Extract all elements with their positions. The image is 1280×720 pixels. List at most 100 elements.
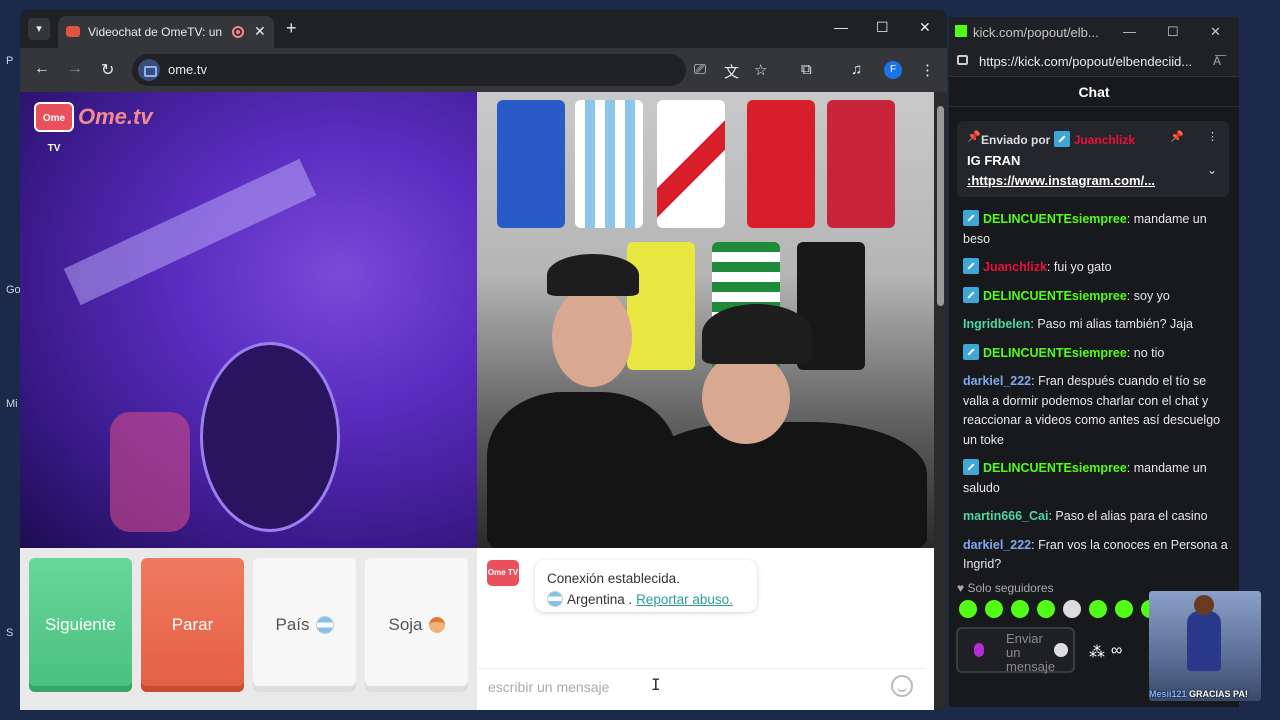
scroll-thumb[interactable] <box>937 106 944 306</box>
streamer-head <box>552 287 632 387</box>
kick-titlebar: kick.com/popout/elb... — ☐ ✕ <box>949 17 1239 47</box>
settings-dots-icon[interactable]: ⁂ <box>1089 642 1105 662</box>
emote-icon[interactable] <box>1089 600 1107 618</box>
sent-by-label: Enviado por <box>981 133 1051 147</box>
next-button[interactable]: Siguiente <box>29 558 132 692</box>
kick-address-bar[interactable]: https://kick.com/popout/elbendeciid... A… <box>949 47 1239 77</box>
pinned-username[interactable]: Juanchlizk <box>1074 133 1135 147</box>
maximize-button[interactable]: ☐ <box>1167 24 1179 40</box>
emoji-picker-icon[interactable] <box>1054 643 1068 657</box>
minimize-button[interactable]: — <box>1123 24 1136 39</box>
chat-separator: : <box>1126 212 1134 226</box>
emote-icon[interactable] <box>1115 600 1133 618</box>
new-tab-button[interactable]: + <box>286 18 297 39</box>
microphone-icon[interactable] <box>974 643 984 657</box>
chat-separator: : <box>1126 461 1134 475</box>
page-content: Ome TV Ome.tv Siguiente Parar País Soja … <box>20 92 947 710</box>
chevron-down-icon[interactable]: ⌄ <box>1207 163 1217 177</box>
menu-kebab-icon[interactable]: ⋮ <box>920 61 935 79</box>
back-button[interactable]: ← <box>34 60 50 78</box>
ometv-logo: Ome TV Ome.tv <box>34 102 153 154</box>
translate-icon[interactable]: 文 <box>724 61 739 82</box>
unpin-icon[interactable]: 📌 <box>1170 130 1184 143</box>
maximize-button[interactable]: ☐ <box>876 19 889 36</box>
webcam-caption: Mesii121 GRACIAS PA! <box>1149 689 1261 699</box>
chat-message: DELINCUENTEsiempree: no tio <box>949 343 1239 364</box>
video-blur-shape <box>110 412 190 532</box>
system-message-bubble: Conexión establecida. Argentina . Report… <box>535 560 757 612</box>
bookmark-star-icon[interactable]: ☆ <box>754 61 767 79</box>
emoji-icon[interactable] <box>891 675 913 697</box>
browser-window: ▾ Videochat de OmeTV: una a ✕ + — ☐ ✕ ← … <box>20 10 947 710</box>
infinity-icon[interactable]: ∞ <box>1111 642 1122 660</box>
streamer-body <box>637 422 927 548</box>
chat-separator: : <box>1046 260 1054 274</box>
webcam-username: Mesii121 <box>1149 689 1187 699</box>
kick-url: https://kick.com/popout/elbendeciid... <box>979 54 1193 69</box>
boy-emoji-icon <box>428 617 445 633</box>
emote-icon[interactable] <box>1063 600 1081 618</box>
reader-mode-icon[interactable]: A͞ <box>1213 54 1221 68</box>
chat-username[interactable]: darkiel_222 <box>963 538 1031 552</box>
chat-username[interactable]: DELINCUENTEsiempree <box>983 212 1127 226</box>
recording-icon <box>232 26 244 38</box>
emote-icon[interactable] <box>959 600 977 618</box>
ometv-logo-badge: Ome TV <box>34 102 74 154</box>
jersey-image <box>827 100 895 228</box>
jersey-image <box>497 100 565 228</box>
followers-only-text: Solo seguidores <box>967 581 1054 595</box>
chat-username[interactable]: DELINCUENTEsiempree <box>983 346 1127 360</box>
chat-username[interactable]: Ingridbelen <box>963 317 1030 331</box>
tab-ometv[interactable]: Videochat de OmeTV: una a ✕ <box>58 16 274 48</box>
stop-button[interactable]: Parar <box>141 558 244 692</box>
chat-message: Ingridbelen: Paso mi alias también? Jaja <box>949 315 1239 335</box>
chat-message: DELINCUENTEsiempree: mandame un beso <box>949 210 1239 249</box>
address-bar[interactable]: ome.tv <box>132 54 686 86</box>
partner-country-row: Argentina . Reportar abuso. <box>547 589 745 610</box>
send-message-input[interactable]: Enviar un mensaje <box>956 627 1075 674</box>
webcam-head <box>1194 595 1214 615</box>
forward-button[interactable]: → <box>67 60 83 78</box>
chat-text: no tio <box>1133 345 1165 360</box>
chat-username[interactable]: darkiel_222 <box>963 374 1031 388</box>
chat-username[interactable]: DELINCUENTEsiempree <box>983 289 1127 303</box>
chat-username[interactable]: Juanchlizk <box>983 260 1047 274</box>
site-info-icon[interactable] <box>138 59 160 81</box>
extensions-icon[interactable]: ⧉ <box>801 61 812 78</box>
ometv-chat-avatar: Ome TV <box>487 560 519 586</box>
close-window-button[interactable]: ✕ <box>1210 24 1221 40</box>
emote-icon[interactable] <box>1037 600 1055 618</box>
tab-search-button[interactable]: ▾ <box>28 18 50 40</box>
profile-avatar[interactable]: F <box>884 61 902 79</box>
followers-only-label: ♥ Solo seguidores <box>957 581 1054 595</box>
chat-separator: : <box>1126 288 1134 303</box>
connection-status: Conexión establecida. <box>547 571 680 586</box>
cast-icon[interactable]: ⎚ <box>694 61 706 78</box>
gender-filter-button[interactable]: Soja <box>365 558 468 692</box>
close-window-button[interactable]: ✕ <box>919 19 931 36</box>
pinned-message[interactable]: 📌 Enviado por Juanchlizk 📌 ⋮ IG FRAN :ht… <box>957 121 1229 197</box>
chat-username[interactable]: martin666_Cai <box>963 509 1048 523</box>
chat-username[interactable]: DELINCUENTEsiempree <box>983 461 1127 475</box>
lock-icon <box>957 55 968 65</box>
report-abuse-link[interactable]: Reportar abuso. <box>636 592 733 607</box>
pinned-link[interactable]: :https://www.instagram.com/... <box>967 173 1155 188</box>
minimize-button[interactable]: — <box>834 19 848 35</box>
page-scrollbar[interactable] <box>934 92 947 710</box>
emote-icon[interactable] <box>985 600 1003 618</box>
media-control-icon[interactable]: ♫ <box>851 61 862 78</box>
reload-button[interactable]: ↻ <box>101 60 114 80</box>
ometv-chat: Ome TV Conexión establecida. Argentina .… <box>477 548 934 710</box>
partner-country: Argentina . <box>567 592 633 607</box>
argentina-flag-icon <box>547 591 563 607</box>
close-tab-icon[interactable]: ✕ <box>254 23 266 40</box>
emote-icon[interactable] <box>1011 600 1029 618</box>
user-badge-icon <box>963 343 979 360</box>
pinned-sender: Enviado por Juanchlizk <box>981 131 1135 147</box>
country-filter-button[interactable]: País <box>253 558 356 692</box>
message-input[interactable]: escribir un mensaje I <box>477 668 924 702</box>
video-blur-shape <box>200 342 340 532</box>
ometv-logo-text: Ome.tv <box>78 104 153 129</box>
chat-text: Paso el alias para el casino <box>1055 509 1208 523</box>
more-options-icon[interactable]: ⋮ <box>1207 130 1218 143</box>
